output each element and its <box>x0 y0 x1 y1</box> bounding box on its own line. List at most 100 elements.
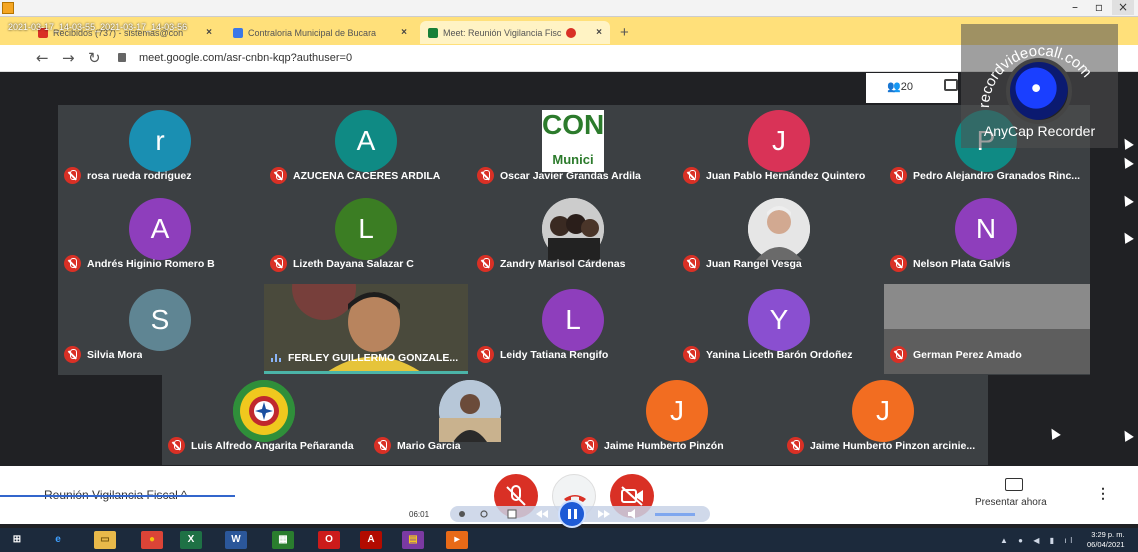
url-field[interactable]: meet.google.com/asr-cnbn-kqp?authuser=0 <box>139 52 352 64</box>
mic-muted-icon <box>374 437 391 454</box>
participant-name-row: Andrés Higinio Romero B <box>64 255 215 272</box>
present-icon[interactable] <box>1005 478 1023 491</box>
participant-name: Juan Rangel Vesga <box>706 257 802 270</box>
participant-name-row: Leidy Tatiana Rengifo <box>477 346 608 363</box>
participant-tile[interactable]: FERLEY GUILLERMO GONZALE... <box>264 256 468 374</box>
recording-stamp: 2021-03-17_14-03-55_2021-03-17_14-03-56 <box>8 22 188 32</box>
winrar-taskbar-icon[interactable]: ▤ <box>402 531 424 549</box>
participant-avatar: A <box>129 198 191 260</box>
participant-name: Silvia Mora <box>87 348 143 361</box>
acrobat-taskbar-icon[interactable]: A <box>360 531 382 549</box>
recording-dot-icon <box>566 27 577 38</box>
participant-tile[interactable]: N Nelson Plata Galvis <box>884 193 1088 280</box>
more-options-icon[interactable]: ⋮ <box>1096 485 1110 502</box>
participant-name-row: Pedro Alejandro Granados Rinc... <box>890 167 1080 184</box>
participant-tile[interactable]: CON Munici Oscar Javier Grandas Ardila <box>471 105 675 192</box>
screen: – ▫ × 2021-03-17_14-03-55_2021-03-17_14-… <box>0 0 1138 552</box>
volume-slider[interactable] <box>655 513 695 516</box>
participant-tile[interactable]: J Jaime Humberto Pinzon arcinie... <box>781 375 985 462</box>
mic-muted-icon <box>890 167 907 184</box>
participant-tile[interactable]: A Andrés Higinio Romero B <box>58 193 262 280</box>
participant-name-row: Juan Pablo Hernández Quintero <box>683 167 865 184</box>
present-now-label[interactable]: Presentar ahora <box>975 497 1047 508</box>
chrome-taskbar-icon[interactable]: ● <box>141 531 163 549</box>
participant-name-row: Jaime Humberto Pinzón <box>581 437 724 454</box>
participant-avatar: J <box>646 380 708 442</box>
tab-close-icon[interactable]: × <box>401 27 407 38</box>
chat-icon[interactable] <box>944 79 958 91</box>
watermark-app-name: AnyCap Recorder <box>983 123 1096 139</box>
tab-close-icon[interactable]: × <box>206 27 212 38</box>
system-tray: ▲ ● ◀ ▮ ıl <box>1000 536 1077 545</box>
participant-name: AZUCENA CACERES ARDILA <box>293 169 441 182</box>
reload-icon[interactable]: ↻ <box>88 49 101 67</box>
participant-tile[interactable]: J Juan Pablo Hernández Quintero <box>677 105 881 192</box>
participant-avatar: N <box>955 198 1017 260</box>
start-taskbar-icon[interactable]: ⊞ <box>6 531 28 549</box>
tab-close-icon[interactable]: × <box>596 27 602 38</box>
explorer-taskbar-icon[interactable]: ▭ <box>94 531 116 549</box>
participant-tile[interactable]: Y Yanina Liceth Barón Ordoñez <box>677 284 881 371</box>
participant-tile[interactable]: L Leidy Tatiana Rengifo <box>471 284 675 371</box>
mic-muted-icon <box>64 346 81 363</box>
participant-tile[interactable]: Juan Rangel Vesga <box>677 193 881 280</box>
restore-button[interactable]: ▫ <box>1088 0 1110 15</box>
participant-tile[interactable]: German Perez Amado <box>884 284 1090 374</box>
participant-name: Lizeth Dayana Salazar C <box>293 257 414 270</box>
participant-tile[interactable]: J Jaime Humberto Pinzón <box>575 375 779 462</box>
participant-tile[interactable]: Luis Alfredo Angarita Peñaranda <box>162 375 366 462</box>
back-icon[interactable]: ← <box>36 49 49 67</box>
participant-name: Luis Alfredo Angarita Peñaranda <box>191 439 354 452</box>
player-pause-button[interactable] <box>558 500 586 528</box>
mic-muted-icon <box>64 167 81 184</box>
participant-tile[interactable]: S Silvia Mora <box>58 284 262 371</box>
clock: 3:29 p. m. 06/04/2021 <box>1087 530 1125 550</box>
speaking-icon <box>270 352 282 364</box>
participant-name: Mario Garcia <box>397 439 461 452</box>
tab-contraloria[interactable]: Contraloria Municipal de Bucara × <box>225 21 415 44</box>
webcam-lens-icon <box>1006 58 1072 124</box>
mic-muted-icon <box>683 255 700 272</box>
participant-name: Andrés Higinio Romero B <box>87 257 215 270</box>
participant-tile[interactable]: Zandry Marisol Cárdenas <box>471 193 675 280</box>
tab-meet[interactable]: Meet: Reunión Vigilancia Fisc × <box>420 21 610 44</box>
participant-name-row: Lizeth Dayana Salazar C <box>270 255 414 272</box>
opera-taskbar-icon[interactable]: O <box>318 531 340 549</box>
participant-tile[interactable]: r rosa rueda rodriguez <box>58 105 262 192</box>
people-button[interactable]: 👥20 <box>887 80 913 93</box>
participant-tile[interactable]: A AZUCENA CACERES ARDILA <box>264 105 468 192</box>
participant-name: Jaime Humberto Pinzon arcinie... <box>810 439 976 452</box>
participant-tile[interactable]: Mario Garcia <box>368 375 572 462</box>
player-time: 06:01 <box>409 510 430 519</box>
participant-name-row: Luis Alfredo Angarita Peñaranda <box>168 437 354 454</box>
participant-avatar: Y <box>748 289 810 351</box>
calc-taskbar-icon[interactable]: ▦ <box>272 531 294 549</box>
mic-muted-icon <box>683 167 700 184</box>
word-taskbar-icon[interactable]: W <box>225 531 247 549</box>
meet-icon <box>428 27 438 38</box>
participant-name-row: Mario Garcia <box>374 437 461 454</box>
participant-name-row: AZUCENA CACERES ARDILA <box>270 167 440 184</box>
participant-name: Yanina Liceth Barón Ordoñez <box>706 348 853 361</box>
participant-name-row: Nelson Plata Galvis <box>890 255 1010 272</box>
participant-name-row: FERLEY GUILLERMO GONZALE... <box>270 352 458 364</box>
participant-tile[interactable]: L Lizeth Dayana Salazar C <box>264 193 468 280</box>
close-window-button[interactable]: × <box>1112 0 1134 15</box>
participant-name: rosa rueda rodriguez <box>87 169 192 182</box>
minimize-button[interactable]: – <box>1064 0 1086 15</box>
people-count: 20 <box>900 81 913 93</box>
participant-avatar: r <box>129 110 191 172</box>
participant-avatar: CON Munici <box>542 110 604 172</box>
ie-taskbar-icon[interactable]: e <box>47 531 69 549</box>
participant-avatar: J <box>852 380 914 442</box>
forward-icon[interactable]: → <box>62 49 75 67</box>
participant-name-row: Zandry Marisol Cárdenas <box>477 255 625 272</box>
active-speaker-indicator <box>264 371 468 374</box>
new-tab-button[interactable]: + <box>620 24 629 41</box>
player-taskbar-icon[interactable]: ▸ <box>446 531 468 549</box>
participant-avatar: L <box>335 198 397 260</box>
mic-muted-icon <box>168 437 185 454</box>
mic-muted-icon <box>787 437 804 454</box>
logo-text: CON <box>542 109 605 140</box>
excel-taskbar-icon[interactable]: X <box>180 531 202 549</box>
